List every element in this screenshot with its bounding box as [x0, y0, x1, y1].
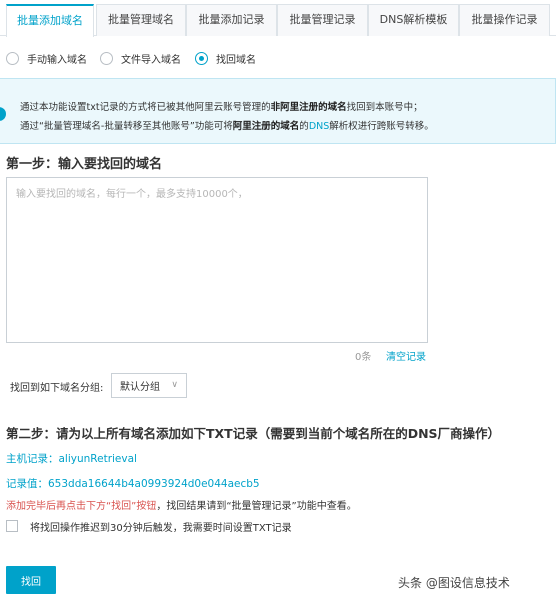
notice-text: 通过本功能设置txt记录的方式将已被其他阿里云账号管理的: [20, 102, 271, 113]
tab-batch-operation-log[interactable]: 批量操作记录: [459, 4, 550, 36]
delay-option[interactable]: 将找回操作推迟到30分钟后触发，我需要时间设置TXT记录: [6, 519, 292, 534]
hint-warning: 添加完毕后再点击下方“找回”按钮: [6, 501, 157, 512]
radio-circle[interactable]: [6, 51, 19, 65]
radio-circle[interactable]: [195, 51, 208, 65]
notice-text: 的: [299, 121, 309, 132]
tab-bar: 批量添加域名 批量管理域名 批量添加记录 批量管理记录 DNS解析模板 批量操作…: [0, 0, 556, 37]
step2-title: 第二步：请为以上所有域名添加如下TXT记录（需要到当前个域名所在的DNS厂商操作…: [6, 426, 501, 441]
domain-count: 0条: [355, 352, 372, 363]
notice-emphasis: 非阿里注册的域名: [270, 102, 347, 113]
tab-label: 批量管理记录: [289, 13, 356, 26]
notice-dns-text: DNS: [308, 121, 330, 132]
domain-group-select[interactable]: 默认分组 ∨: [111, 373, 187, 398]
group-select-label: 找回到如下域名分组:: [10, 383, 104, 394]
notice-text: 通过“批量管理域名-批量转移至其他账号”功能可将: [20, 121, 233, 132]
notice-line-1: 通过本功能设置txt记录的方式将已被其他阿里云账号管理的非阿里注册的域名找回到本…: [20, 99, 423, 113]
tab-batch-add-domains[interactable]: 批量添加域名: [6, 4, 94, 37]
domain-list-textarea[interactable]: 输入要找回的域名，每行一个，最多支持10000个，: [6, 177, 428, 343]
chevron-down-icon: ∨: [171, 380, 178, 390]
notice-emphasis: 阿里注册的域名: [232, 121, 300, 132]
tab-label: 批量添加域名: [17, 14, 83, 27]
retrieve-hint: 添加完毕后再点击下方“找回”按钮，找回结果请到“批量管理记录”功能中查看。: [6, 497, 357, 512]
clear-records-link[interactable]: 清空记录: [386, 348, 426, 363]
step1-title: 第一步：输入要找回的域名: [6, 157, 163, 172]
textarea-placeholder: 输入要找回的域名，每行一个，最多支持10000个，: [16, 189, 248, 200]
tab-label: 批量添加记录: [198, 13, 265, 26]
radio-label: 手动输入域名: [27, 54, 87, 66]
delay-checkbox-label: 将找回操作推迟到30分钟后触发，我需要时间设置TXT记录: [30, 522, 292, 534]
tab-batch-manage-domains[interactable]: 批量管理域名: [96, 4, 186, 36]
txt-record-value: 记录值：653dda16644b4a0993924d0e044aecb5: [6, 478, 260, 490]
radio-manual-input[interactable]: 手动输入域名: [6, 48, 87, 68]
tab-batch-add-records[interactable]: 批量添加记录: [186, 4, 277, 36]
tab-label: 批量操作记录: [471, 13, 538, 26]
notice-text: 找回到本账号中；: [346, 102, 423, 113]
radio-file-import[interactable]: 文件导入域名: [100, 48, 181, 68]
info-icon: i: [0, 107, 6, 121]
radio-circle[interactable]: [100, 51, 113, 65]
watermark: 头条 @图设信息技术: [398, 576, 510, 590]
delay-checkbox[interactable]: [6, 520, 18, 532]
radio-label: 文件导入域名: [121, 54, 181, 66]
radio-retrieve-domain[interactable]: 找回域名: [195, 48, 256, 68]
retrieve-button[interactable]: 找回: [6, 566, 56, 594]
mode-radio-group: 手动输入域名 文件导入域名 找回域名: [0, 48, 556, 68]
hint-text: ，找回结果请到“批量管理记录”功能中查看。: [156, 501, 357, 512]
notice-text: 解析权进行跨账号转移。: [329, 121, 434, 132]
info-notice: i 通过本功能设置txt记录的方式将已被其他阿里云账号管理的非阿里注册的域名找回…: [0, 78, 556, 144]
tab-dns-templates[interactable]: DNS解析模板: [368, 4, 459, 36]
radio-label: 找回域名: [216, 54, 256, 66]
tab-label: DNS解析模板: [379, 13, 448, 26]
select-value: 默认分组: [120, 382, 160, 393]
tab-batch-manage-records[interactable]: 批量管理记录: [277, 4, 368, 36]
tab-label: 批量管理域名: [108, 13, 174, 26]
notice-line-2: 通过“批量管理域名-批量转移至其他账号”功能可将阿里注册的域名的DNS解析权进行…: [20, 118, 434, 132]
txt-host-record: 主机记录：aliyunRetrieval: [6, 453, 137, 465]
